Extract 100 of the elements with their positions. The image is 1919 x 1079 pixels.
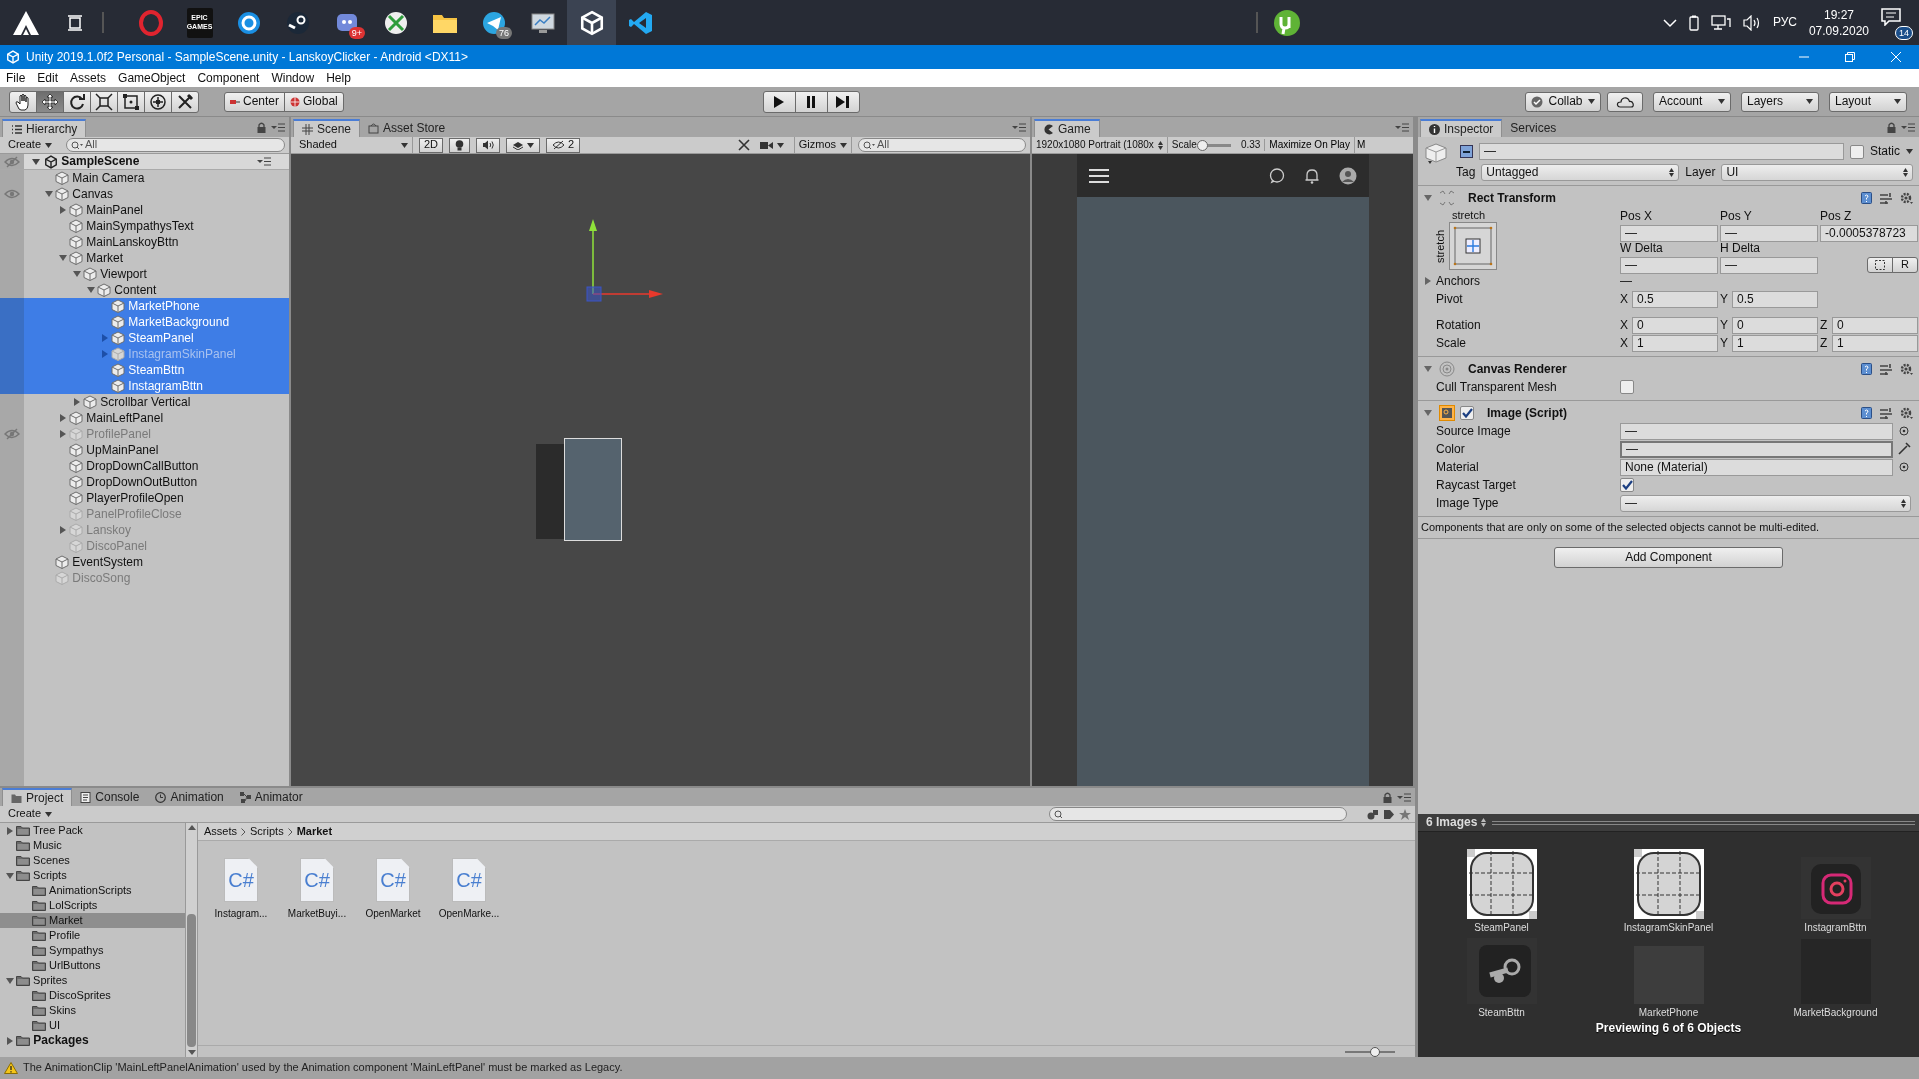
help-icon[interactable] bbox=[1861, 192, 1872, 204]
hierarchy-item[interactable]: PlayerProfileOpen bbox=[0, 490, 289, 506]
help-icon[interactable] bbox=[1861, 363, 1872, 375]
color-field[interactable]: — bbox=[1620, 440, 1893, 458]
hierarchy-item[interactable]: InstagramBttn bbox=[0, 378, 289, 394]
foldout-arrow[interactable] bbox=[1422, 408, 1434, 418]
maximize-toggle[interactable]: Maximize On Play bbox=[1265, 137, 1355, 153]
taskbar-app[interactable] bbox=[567, 0, 616, 45]
battery-icon[interactable] bbox=[1688, 14, 1699, 31]
menu-item[interactable]: Window bbox=[265, 70, 321, 86]
folder-item[interactable]: Tree Pack bbox=[0, 823, 185, 838]
preset-icon[interactable] bbox=[1880, 407, 1892, 419]
hierarchy-item[interactable]: MainLeftPanel bbox=[0, 410, 289, 426]
create-dropdown[interactable]: Create bbox=[4, 137, 57, 153]
scrollbar[interactable] bbox=[185, 823, 197, 1057]
scale-tool-button[interactable] bbox=[90, 90, 118, 113]
add-component-button[interactable]: Add Component bbox=[1554, 547, 1783, 569]
folder-item[interactable]: Packages bbox=[0, 1033, 185, 1048]
notifications-button[interactable]: 14 bbox=[1881, 7, 1911, 38]
custom-tool-button[interactable] bbox=[171, 90, 199, 113]
file-name[interactable]: Instagram... bbox=[214, 908, 268, 920]
filter-type-icon[interactable] bbox=[1367, 808, 1379, 820]
hierarchy-item[interactable]: MarketBackground bbox=[0, 314, 289, 330]
folder-item[interactable]: Profile bbox=[0, 928, 185, 943]
foldout-arrow[interactable] bbox=[1422, 193, 1434, 203]
menu-item[interactable]: Component bbox=[191, 70, 266, 86]
menu-item[interactable]: Edit bbox=[31, 70, 65, 86]
hand-tool-button[interactable] bbox=[9, 90, 37, 113]
menu-item[interactable]: Help bbox=[320, 70, 357, 86]
panel-menu-icon[interactable] bbox=[1395, 122, 1409, 132]
hierarchy-item[interactable]: EventSystem bbox=[0, 554, 289, 570]
shading-dropdown[interactable]: Shaded bbox=[295, 137, 413, 153]
checkbox[interactable] bbox=[1620, 380, 1634, 394]
folder-item[interactable]: Sympathys bbox=[0, 943, 185, 958]
hierarchy-item[interactable]: SteamPanel bbox=[0, 330, 289, 346]
slider-thumb[interactable] bbox=[1197, 139, 1209, 151]
breadcrumb-link[interactable]: Scripts bbox=[250, 824, 284, 839]
hierarchy-item[interactable]: DropDownCallButton bbox=[0, 458, 289, 474]
folder-item[interactable]: Music bbox=[0, 838, 185, 853]
hidden-objects-button[interactable]: 2 bbox=[546, 137, 581, 153]
hierarchy-item[interactable]: DropDownOutButton bbox=[0, 474, 289, 490]
panel-tab[interactable]: Console bbox=[72, 788, 148, 806]
script-file-icon[interactable]: C# bbox=[376, 858, 410, 902]
folder-item[interactable]: Scripts bbox=[0, 868, 185, 883]
settings-icon[interactable] bbox=[1900, 363, 1913, 375]
expand-arrow[interactable] bbox=[85, 285, 97, 295]
toolbar-dropdown[interactable]: Collab bbox=[1525, 91, 1601, 112]
panel-menu-icon[interactable] bbox=[1397, 792, 1411, 802]
object-field[interactable]: — bbox=[1620, 422, 1893, 440]
folder-item[interactable]: Skins bbox=[0, 1003, 185, 1018]
taskbar-app[interactable]: 9+ bbox=[322, 0, 371, 45]
file-name[interactable]: MarketBuyi... bbox=[287, 908, 347, 920]
expand-arrow[interactable] bbox=[30, 156, 42, 167]
folder-item[interactable]: DiscoSprites bbox=[0, 988, 185, 1003]
active-toggle[interactable] bbox=[1460, 145, 1473, 158]
raw-edit-button[interactable]: R bbox=[1892, 257, 1918, 273]
number-field[interactable]: 0 bbox=[1732, 316, 1818, 334]
expand-arrow[interactable] bbox=[71, 269, 83, 279]
number-field[interactable]: 1 bbox=[1832, 334, 1918, 352]
number-field[interactable]: — bbox=[1620, 225, 1718, 242]
panel-menu-icon[interactable] bbox=[1012, 122, 1026, 132]
search-field[interactable] bbox=[1049, 807, 1347, 821]
panel-tab[interactable]: Game bbox=[1034, 119, 1100, 137]
create-dropdown[interactable]: Create bbox=[4, 806, 57, 822]
panel-tab[interactable]: Hierarchy bbox=[2, 119, 87, 137]
network-icon[interactable] bbox=[1710, 14, 1731, 31]
menu-item[interactable]: Assets bbox=[64, 70, 113, 86]
hierarchy-item[interactable]: Canvas bbox=[0, 186, 289, 202]
number-field[interactable]: 1 bbox=[1732, 334, 1818, 352]
cloud-button[interactable] bbox=[1607, 91, 1643, 112]
hierarchy-item[interactable]: MainPanel bbox=[0, 202, 289, 218]
foldout-arrow[interactable] bbox=[1422, 364, 1434, 374]
panel-tab[interactable]: Asset Store bbox=[360, 119, 454, 137]
folder-item[interactable]: AnimationScripts bbox=[0, 883, 185, 898]
object-field[interactable]: None (Material) bbox=[1620, 458, 1893, 476]
folder-item[interactable]: UrlButtons bbox=[0, 958, 185, 973]
pivot-toggle-button[interactable]: Global bbox=[284, 91, 344, 112]
tools-icon[interactable] bbox=[737, 139, 750, 151]
hierarchy-item[interactable]: Scrollbar Vertical bbox=[0, 394, 289, 410]
file-name[interactable]: OpenMarket bbox=[365, 908, 421, 920]
number-field[interactable]: 0 bbox=[1632, 316, 1718, 334]
hierarchy-item[interactable]: MarketPhone bbox=[0, 298, 289, 314]
folder-item[interactable]: Market bbox=[0, 913, 185, 928]
number-field[interactable]: -0.0005378723 bbox=[1820, 225, 1918, 242]
lighting-button[interactable] bbox=[449, 137, 471, 153]
script-file-icon[interactable]: C# bbox=[452, 858, 486, 902]
preview-dropdown[interactable]: 6 Images bbox=[1426, 815, 1487, 830]
search-field[interactable]: All bbox=[66, 138, 285, 152]
chevron-icon[interactable] bbox=[1662, 17, 1677, 28]
expand-arrow[interactable] bbox=[4, 870, 16, 881]
volume-icon[interactable] bbox=[1742, 14, 1761, 31]
scene-header[interactable]: SampleScene bbox=[0, 154, 289, 170]
panel-tab[interactable]: Inspector bbox=[1420, 119, 1503, 137]
toolbar-dropdown[interactable]: Layout bbox=[1829, 91, 1907, 112]
panel-tab[interactable]: Project bbox=[2, 788, 73, 806]
pause-button[interactable] bbox=[794, 90, 828, 113]
number-field[interactable]: — bbox=[1620, 257, 1718, 274]
panel-menu-icon[interactable] bbox=[1901, 122, 1915, 132]
play-button[interactable] bbox=[762, 90, 796, 113]
preset-icon[interactable] bbox=[1880, 192, 1892, 204]
